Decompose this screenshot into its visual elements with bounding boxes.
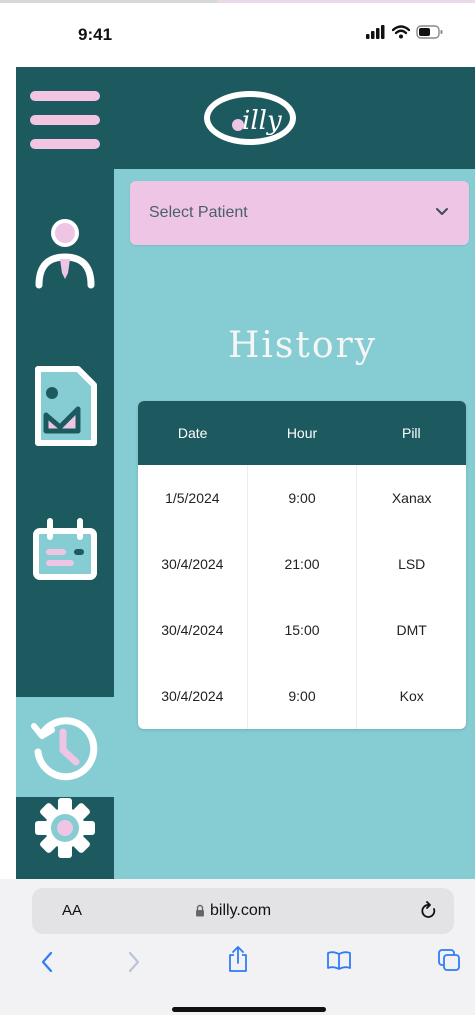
battery-icon: [416, 25, 443, 39]
sidebar-item-reports[interactable]: [30, 365, 100, 446]
chevron-down-icon: [436, 208, 448, 215]
forward-icon[interactable]: [127, 951, 141, 973]
cell-hour: 15:00: [248, 597, 358, 663]
person-icon: [35, 219, 95, 289]
cell-hour: 9:00: [248, 663, 358, 729]
table-row: 30/4/2024 21:00 LSD: [138, 531, 466, 597]
sidebar-item-patient[interactable]: [30, 213, 100, 289]
tabs-icon[interactable]: [437, 948, 461, 972]
menu-button[interactable]: [30, 91, 100, 149]
menu-bar-icon: [30, 139, 100, 149]
signal-icon: [366, 25, 385, 39]
home-indicator: [172, 1007, 326, 1012]
lock-icon: [196, 904, 204, 917]
page-title: History: [228, 325, 378, 366]
table-row: 30/4/2024 9:00 Kox: [138, 663, 466, 729]
sidebar-item-calendar[interactable]: [30, 515, 100, 585]
menu-bar-icon: [30, 91, 100, 101]
sidebar-item-history[interactable]: [30, 712, 100, 782]
sidebar-item-settings[interactable]: [30, 793, 100, 863]
cell-date: 30/4/2024: [138, 597, 248, 663]
status-bar: 9:41: [0, 3, 475, 67]
status-icons: [366, 25, 444, 39]
table-row: 30/4/2024 15:00 DMT: [138, 597, 466, 663]
url-text: billy.com: [210, 902, 272, 919]
billy-logo: illy: [204, 91, 296, 145]
cell-date: 30/4/2024: [138, 663, 248, 729]
cell-pill: Xanax: [391, 490, 432, 506]
column-header-pill: Pill: [401, 425, 421, 441]
svg-text:illy: illy: [242, 106, 282, 136]
report-icon: [35, 366, 97, 446]
reload-icon[interactable]: [420, 901, 438, 921]
patient-select-label: Select Patient: [149, 204, 248, 221]
cell-date: 30/4/2024: [138, 531, 248, 597]
text-size-button[interactable]: AA: [62, 902, 82, 919]
history-icon: [31, 717, 98, 781]
cell-hour: 9:00: [248, 465, 358, 531]
cell-pill: Kox: [399, 688, 424, 704]
cell-date: 1/5/2024: [138, 465, 248, 531]
table-row: 1/5/2024 9:00 Xanax: [138, 465, 466, 531]
gear-icon: [35, 798, 95, 858]
cell-hour: 21:00: [248, 531, 358, 597]
browser-toolbar: AA billy.com: [0, 879, 475, 1015]
app-screen: illy Select Patient History Date Hour Pi…: [16, 67, 475, 879]
share-icon[interactable]: [227, 945, 249, 973]
back-icon[interactable]: [40, 951, 54, 973]
table-header: Date Hour Pill: [138, 401, 466, 465]
status-time: 9:41: [78, 25, 113, 44]
patient-select[interactable]: Select Patient: [130, 181, 469, 245]
history-table: Date Hour Pill 1/5/2024 9:00 Xanax 30/4/…: [138, 401, 466, 729]
bookmarks-icon[interactable]: [326, 950, 352, 970]
address-bar[interactable]: AA billy.com: [32, 888, 454, 934]
cell-pill: LSD: [398, 556, 426, 572]
calendar-icon: [33, 518, 97, 580]
menu-bar-icon: [30, 115, 100, 125]
column-header-hour: Hour: [286, 425, 318, 441]
column-header-date: Date: [177, 425, 208, 441]
wifi-icon: [392, 25, 410, 39]
cell-pill: DMT: [396, 622, 427, 638]
